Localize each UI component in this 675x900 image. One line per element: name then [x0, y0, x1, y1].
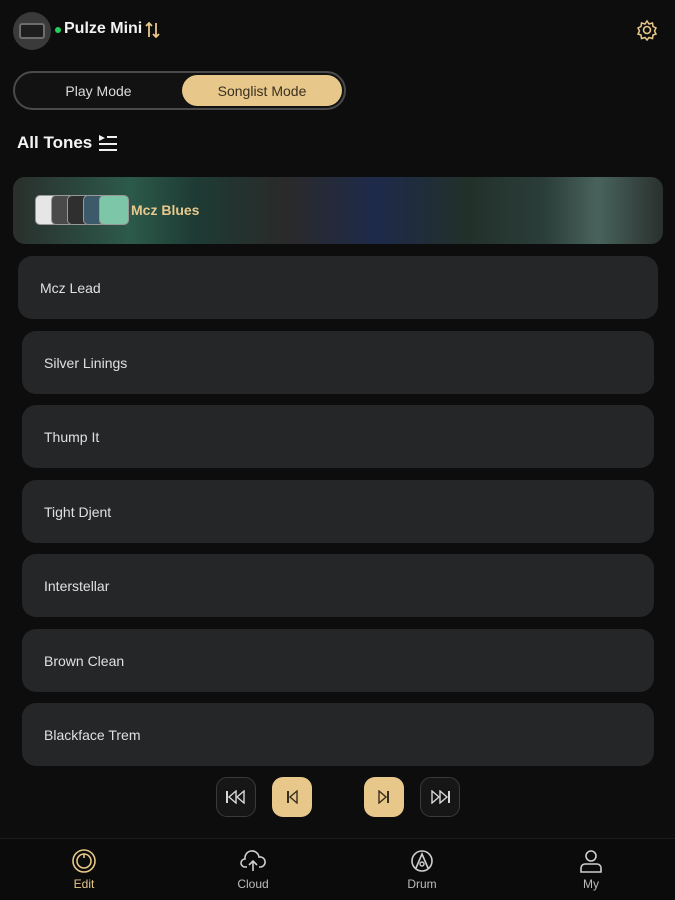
active-tone-row[interactable]: Mcz Blues: [13, 177, 663, 244]
nav-label: Drum: [407, 877, 437, 891]
bottom-nav: Edit Cloud Drum My: [0, 838, 675, 900]
nav-cloud[interactable]: Cloud: [169, 839, 337, 900]
skip-to-start-icon: [226, 790, 245, 804]
nav-label: Edit: [73, 877, 95, 891]
previous-icon: [287, 790, 298, 804]
device-avatar[interactable]: [13, 12, 51, 50]
nav-label: My: [583, 877, 599, 891]
skip-to-start-button[interactable]: [216, 777, 256, 817]
tone-name: Blackface Trem: [44, 726, 141, 743]
user-icon: [580, 850, 602, 873]
amp-icon: [19, 23, 45, 39]
tone-name: Brown Clean: [44, 652, 125, 669]
tone-row[interactable]: Interstellar: [22, 554, 654, 617]
tone-row[interactable]: Mcz Lead: [18, 256, 658, 319]
play-mode-tab[interactable]: Play Mode: [17, 75, 180, 106]
tone-name: Interstellar: [44, 577, 110, 594]
skip-to-end-icon: [431, 790, 450, 804]
nav-drum[interactable]: Drum: [338, 839, 506, 900]
tone-row[interactable]: Blackface Trem: [22, 703, 654, 766]
drum-icon: [411, 850, 433, 872]
nav-my[interactable]: My: [507, 839, 675, 900]
next-button[interactable]: [364, 777, 404, 817]
previous-button[interactable]: [272, 777, 312, 817]
mode-toggle: Play Mode Songlist Mode: [13, 71, 346, 110]
switch-device-icon[interactable]: [145, 20, 161, 40]
section-title: All Tones: [17, 133, 93, 152]
connection-status-dot: [55, 27, 61, 33]
skip-to-end-button[interactable]: [420, 777, 460, 817]
tone-pedal-thumbnails: [35, 195, 131, 227]
tone-name: Thump It: [44, 428, 100, 445]
nav-label: Cloud: [237, 877, 269, 891]
top-bar: Pulze Mini: [0, 0, 675, 62]
tone-name: Silver Linings: [44, 354, 128, 371]
tone-name: Tight Djent: [44, 503, 112, 520]
edit-knob-icon: [72, 849, 96, 873]
tone-row[interactable]: Brown Clean: [22, 629, 654, 692]
settings-gear-icon[interactable]: [636, 19, 658, 41]
next-icon: [378, 790, 389, 804]
tone-row[interactable]: Tight Djent: [22, 480, 654, 543]
device-name[interactable]: Pulze Mini: [64, 20, 142, 38]
tone-row[interactable]: Silver Linings: [22, 331, 654, 394]
nav-edit[interactable]: Edit: [0, 839, 168, 900]
active-tone-name: Mcz Blues: [131, 202, 200, 218]
tone-name: Mcz Lead: [40, 279, 101, 296]
cloud-icon: [240, 850, 266, 871]
songlist-mode-tab[interactable]: Songlist Mode: [182, 75, 342, 106]
tone-row[interactable]: Thump It: [22, 405, 654, 468]
list-edit-icon[interactable]: [98, 133, 118, 153]
